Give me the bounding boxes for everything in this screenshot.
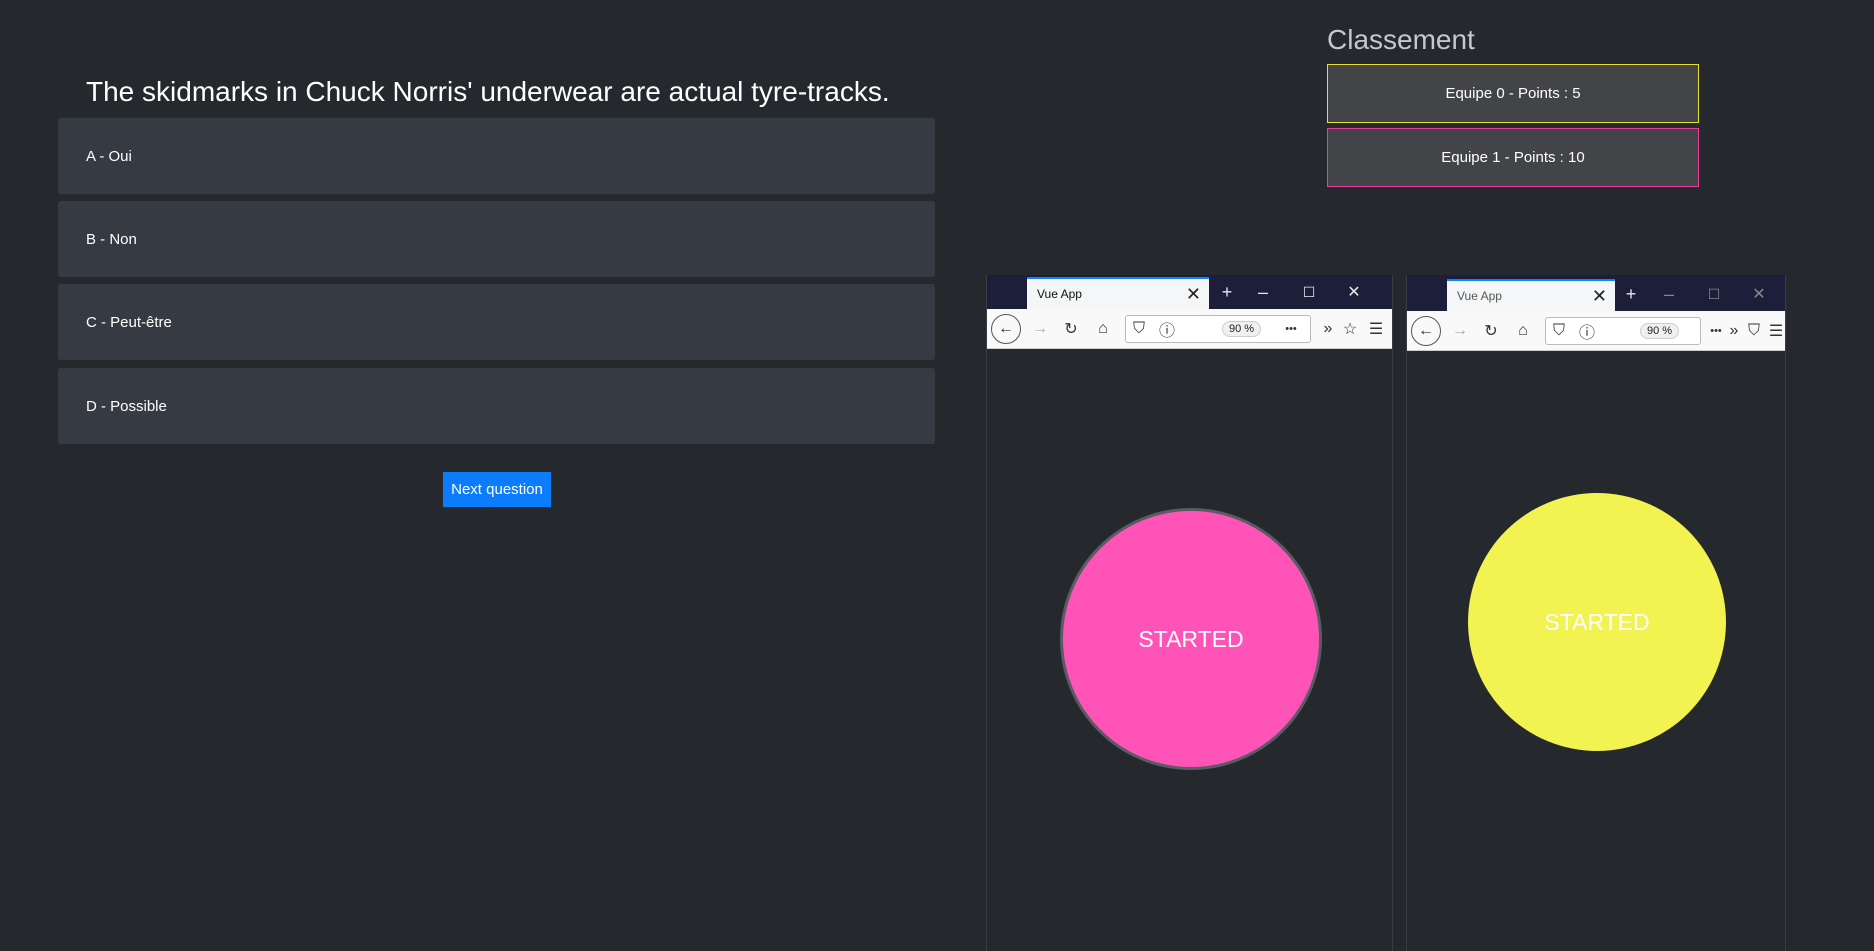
overflow-icon[interactable]: »: [1723, 320, 1745, 342]
tab-bar: Vue App ✕ + – ☐ ✕: [1407, 275, 1785, 311]
tab-vue-app[interactable]: Vue App ✕: [1447, 279, 1615, 311]
answer-option-d[interactable]: D - Possible: [58, 368, 935, 444]
new-tab-icon[interactable]: +: [1619, 283, 1643, 305]
close-window-icon[interactable]: ✕: [1747, 283, 1771, 305]
browser-window-1: Vue App ✕ + – ☐ ✕ ← → ↻ ⌂ ⛉ ⓘ 90 % ••• »…: [986, 275, 1393, 951]
new-tab-icon[interactable]: +: [1215, 281, 1239, 303]
answer-label: C - Peut-être: [86, 313, 172, 331]
tab-bar: Vue App ✕ + – ☐ ✕: [987, 275, 1392, 309]
tab-close-icon[interactable]: ✕: [1592, 286, 1607, 306]
forward-icon[interactable]: →: [1029, 318, 1051, 340]
tab-vue-app[interactable]: Vue App ✕: [1027, 277, 1209, 309]
tab-close-icon[interactable]: ✕: [1186, 284, 1201, 304]
leaderboard-team-0: Equipe 0 - Points : 5: [1327, 64, 1699, 123]
answer-label: D - Possible: [86, 397, 167, 415]
shield-icon[interactable]: ⛉: [1743, 320, 1765, 342]
status-label: STARTED: [1544, 608, 1650, 635]
status-circle-button[interactable]: STARTED: [1468, 493, 1726, 751]
answer-option-c[interactable]: C - Peut-être: [58, 284, 935, 360]
reload-icon[interactable]: ↻: [1480, 320, 1502, 342]
overflow-icon[interactable]: »: [1317, 318, 1339, 340]
status-circle-button[interactable]: STARTED: [1060, 508, 1322, 770]
zoom-level[interactable]: 90 %: [1222, 321, 1262, 337]
home-icon[interactable]: ⌂: [1512, 320, 1534, 342]
reload-icon[interactable]: ↻: [1060, 318, 1082, 340]
maximize-icon[interactable]: ☐: [1702, 283, 1726, 305]
home-icon[interactable]: ⌂: [1092, 318, 1114, 340]
info-icon[interactable]: ⓘ: [1156, 318, 1178, 340]
answer-label: A - Oui: [86, 147, 132, 165]
shield-icon[interactable]: ⛉: [1548, 320, 1570, 342]
menu-icon[interactable]: ☰: [1365, 318, 1387, 340]
answer-option-b[interactable]: B - Non: [58, 201, 935, 277]
leaderboard-title: Classement: [1327, 24, 1475, 55]
next-question-button[interactable]: Next question: [443, 472, 551, 507]
maximize-icon[interactable]: ☐: [1297, 281, 1321, 303]
more-icon[interactable]: •••: [1280, 318, 1302, 340]
browser-toolbar: ← → ↻ ⌂ ⛉ ⓘ 90 % ••• » ☆ ☰: [987, 309, 1392, 349]
shield-icon[interactable]: ⛉: [1128, 318, 1150, 340]
leaderboard-team-1: Equipe 1 - Points : 10: [1327, 128, 1699, 187]
status-label: STARTED: [1138, 625, 1244, 652]
question-text: The skidmarks in Chuck Norris' underwear…: [86, 76, 890, 107]
star-icon[interactable]: ☆: [1339, 318, 1361, 340]
minimize-icon[interactable]: –: [1251, 281, 1275, 303]
answer-label: B - Non: [86, 230, 137, 248]
close-window-icon[interactable]: ✕: [1342, 281, 1366, 303]
forward-icon[interactable]: →: [1449, 320, 1471, 342]
back-icon[interactable]: ←: [1411, 316, 1441, 346]
url-bar[interactable]: ⛉ ⓘ 90 % •••: [1125, 315, 1311, 343]
info-icon[interactable]: ⓘ: [1576, 320, 1598, 342]
back-icon[interactable]: ←: [991, 314, 1021, 344]
team-score-label: Equipe 1 - Points : 10: [1441, 149, 1585, 166]
team-score-label: Equipe 0 - Points : 5: [1445, 85, 1581, 102]
zoom-level[interactable]: 90 %: [1640, 323, 1680, 339]
minimize-icon[interactable]: –: [1657, 283, 1681, 305]
browser-window-2: Vue App ✕ + – ☐ ✕ ← → ↻ ⌂ ⛉ ⓘ 90 % ••• »…: [1406, 275, 1786, 951]
menu-icon[interactable]: ☰: [1765, 320, 1787, 342]
tab-title: Vue App: [1457, 289, 1502, 303]
answer-option-a[interactable]: A - Oui: [58, 118, 935, 194]
tab-title: Vue App: [1037, 287, 1082, 301]
browser-toolbar: ← → ↻ ⌂ ⛉ ⓘ 90 % ••• » ⛉ ☰: [1407, 311, 1785, 351]
url-bar[interactable]: ⛉ ⓘ 90 %: [1545, 317, 1701, 345]
